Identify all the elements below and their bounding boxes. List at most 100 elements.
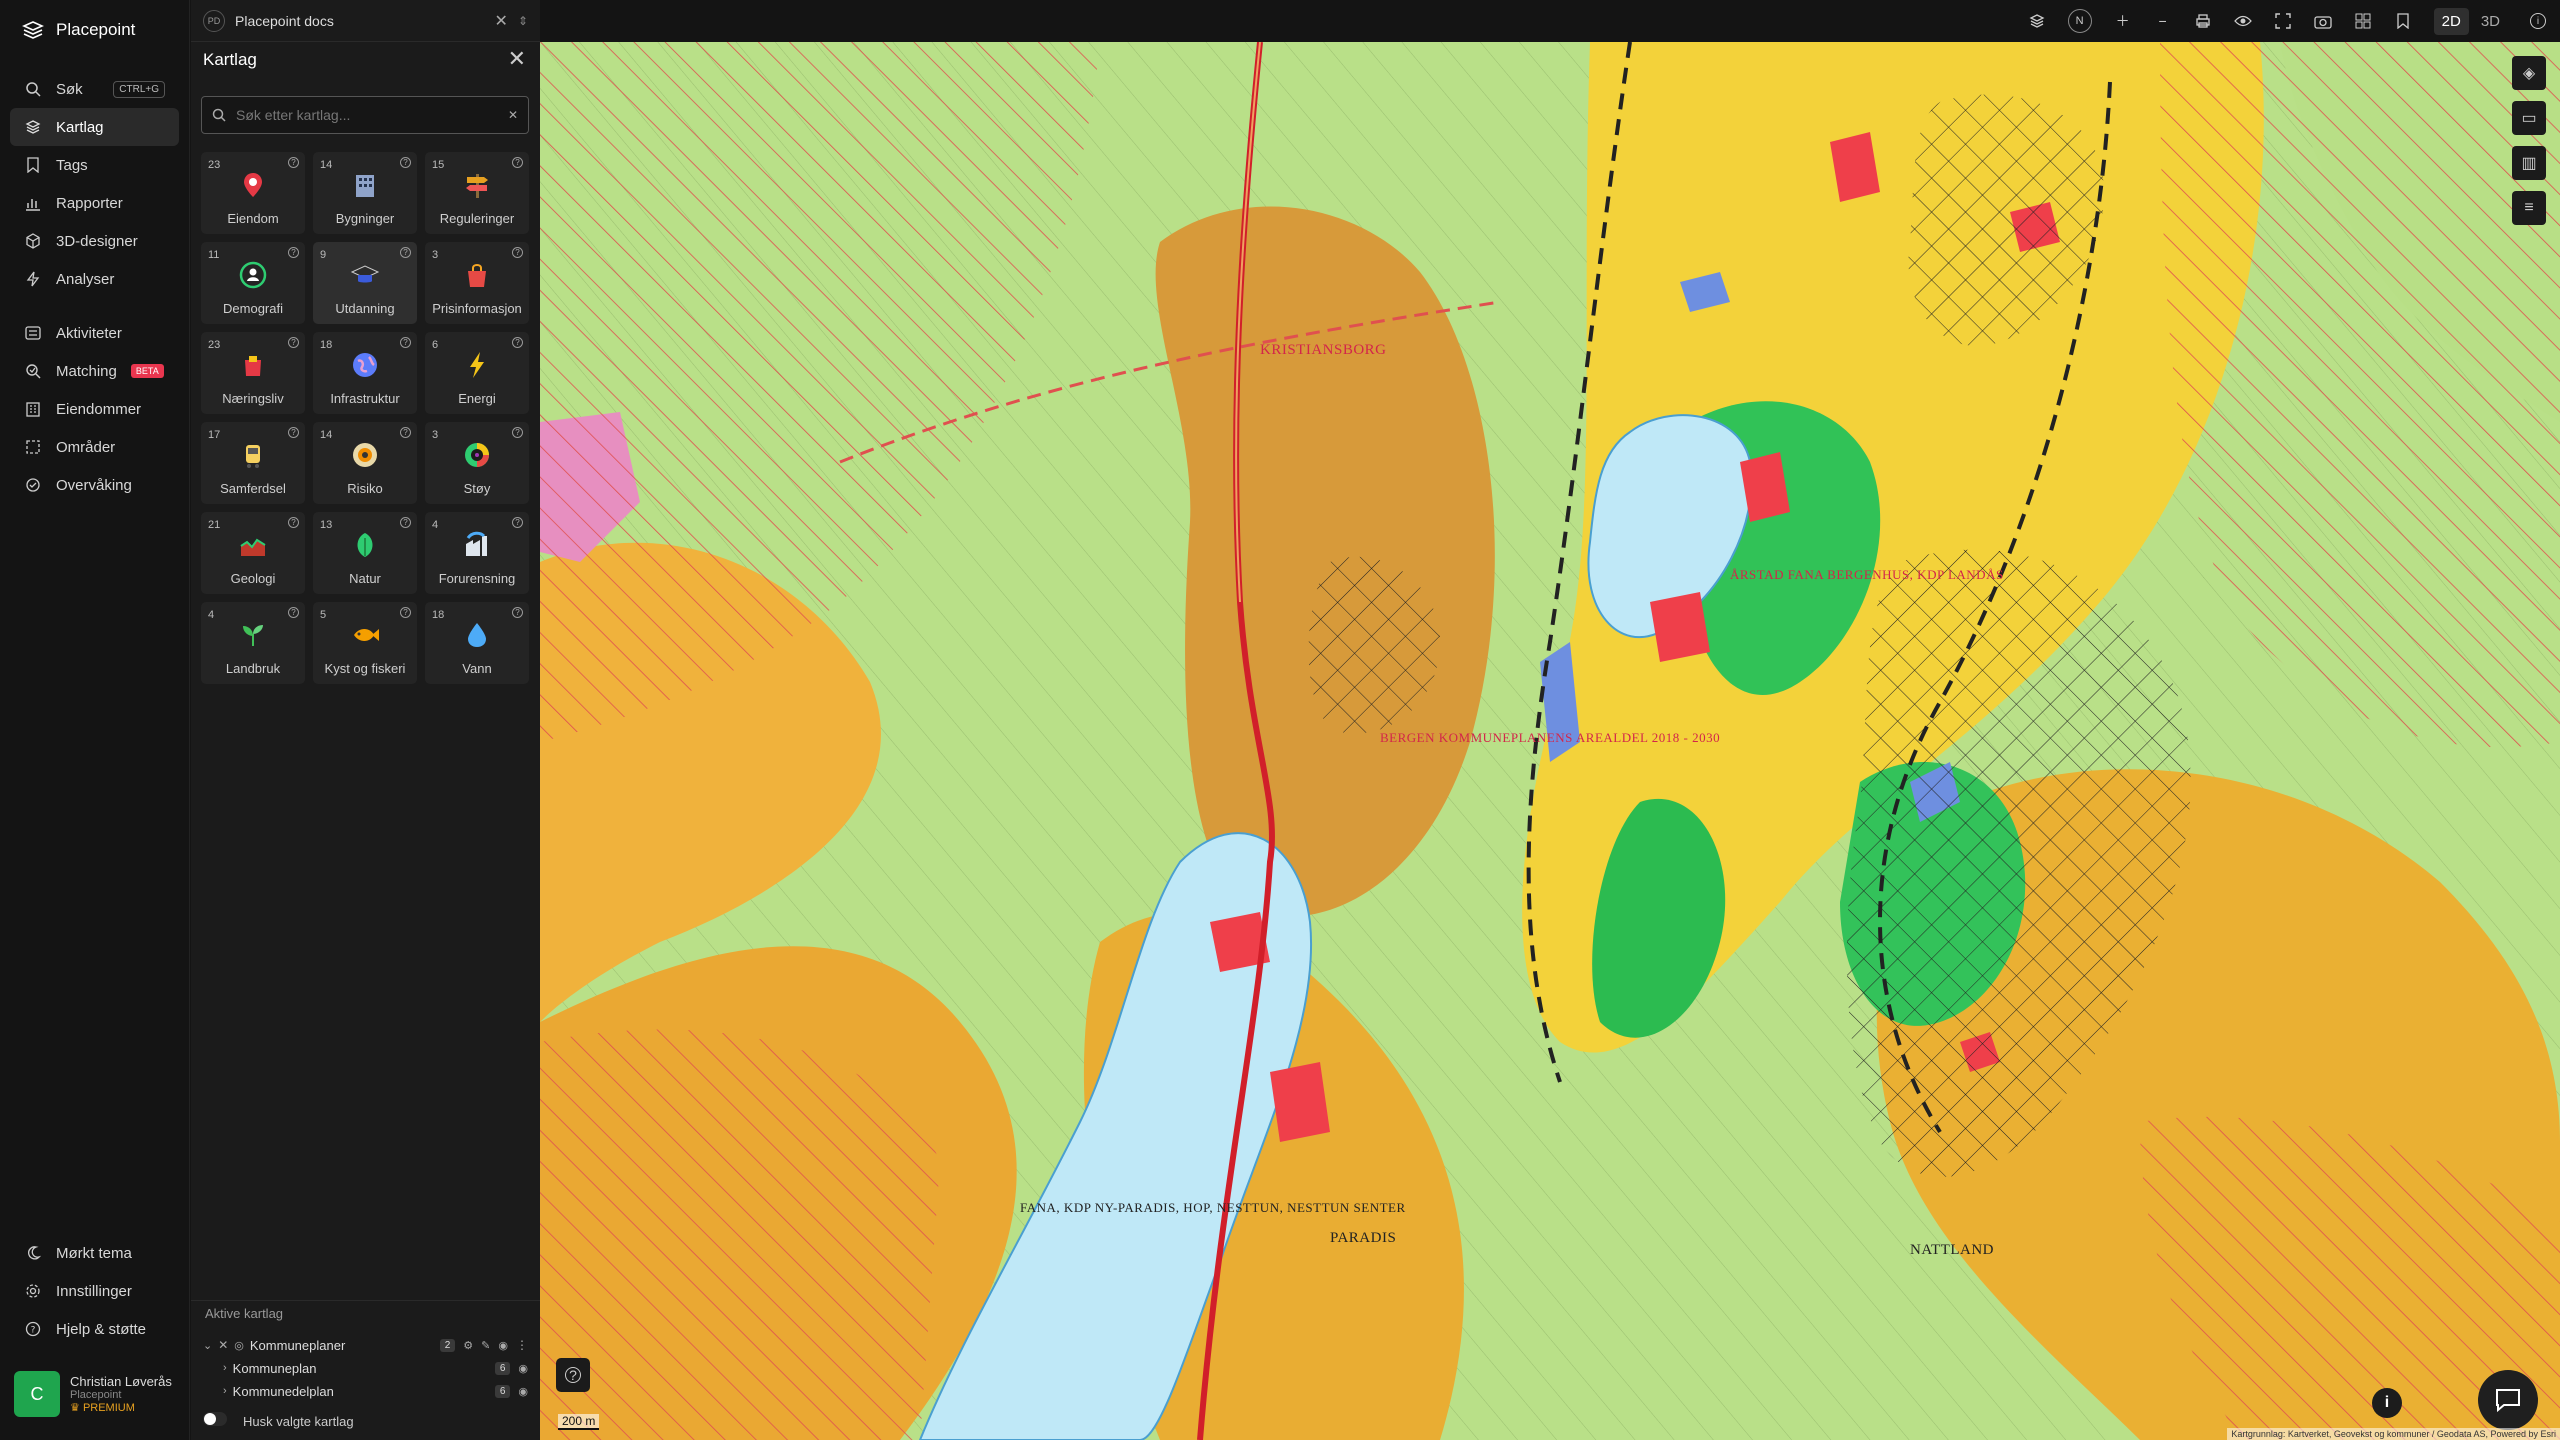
user-profile[interactable]: C Christian Løverås Placepoint ♛ PREMIUM bbox=[14, 1368, 184, 1420]
category-tile-bygninger[interactable]: 14 ? Bygninger bbox=[313, 152, 417, 234]
info-icon[interactable]: ? bbox=[400, 517, 411, 528]
map-tool-filter[interactable]: ≡ bbox=[2512, 191, 2546, 225]
nav-item-overvaking[interactable]: Overvåking bbox=[10, 466, 179, 504]
info-icon[interactable]: ? bbox=[512, 607, 523, 618]
category-tile-kyst-og-fiskeri[interactable]: 5 ? Kyst og fiskeri bbox=[313, 602, 417, 684]
category-label: Vann bbox=[462, 661, 492, 676]
nav-item-matching[interactable]: Matching BETA bbox=[10, 352, 179, 390]
category-tile-natur[interactable]: 13 ? Natur bbox=[313, 512, 417, 594]
map-info-button[interactable]: i bbox=[2372, 1388, 2402, 1418]
nav-item-rapporter[interactable]: Rapporter bbox=[10, 184, 179, 222]
info-icon[interactable]: ? bbox=[288, 157, 299, 168]
nav-item-analyser[interactable]: Analyser bbox=[10, 260, 179, 298]
nav-item-morkt-tema[interactable]: Mørkt tema bbox=[10, 1234, 179, 1272]
chevron-updown-icon[interactable]: ⇕ bbox=[518, 14, 528, 28]
info-icon[interactable]: ? bbox=[288, 607, 299, 618]
category-tile-geologi[interactable]: 21 ? Geologi bbox=[201, 512, 305, 594]
category-tile-demografi[interactable]: 11 ? Demografi bbox=[201, 242, 305, 324]
nav-item-innstillinger[interactable]: Innstillinger bbox=[10, 1272, 179, 1310]
category-tile-infrastruktur[interactable]: 18 ? Infrastruktur bbox=[313, 332, 417, 414]
category-tile-landbruk[interactable]: 4 ? Landbruk bbox=[201, 602, 305, 684]
nav-item-sok[interactable]: Søk CTRL+G bbox=[10, 70, 179, 108]
bookmark-icon[interactable] bbox=[2394, 12, 2412, 30]
grid-icon[interactable] bbox=[2354, 12, 2372, 30]
info-icon[interactable]: ? bbox=[288, 247, 299, 258]
crown-icon: ♛ bbox=[70, 1402, 80, 1414]
category-tile-risiko[interactable]: 14 ? Risiko bbox=[313, 422, 417, 504]
category-tile-vann[interactable]: 18 ? Vann bbox=[425, 602, 529, 684]
map-canvas[interactable]: KRISTIANSBORG BERGEN KOMMUNEPLANENS AREA… bbox=[540, 42, 2560, 1440]
info-icon[interactable]: ? bbox=[288, 427, 299, 438]
info-icon[interactable]: ? bbox=[512, 517, 523, 528]
settings-icon[interactable]: ⚙ bbox=[463, 1339, 473, 1352]
info-icon[interactable]: i bbox=[2530, 13, 2546, 29]
workspace-tab[interactable]: PD Placepoint docs ✕ ⇕ bbox=[191, 0, 540, 42]
remember-layers-toggle[interactable] bbox=[203, 1412, 227, 1426]
eye-icon[interactable]: ◉ bbox=[518, 1385, 528, 1398]
compass-icon[interactable]: N bbox=[2067, 9, 2092, 33]
map-tool-measure[interactable]: ▭ bbox=[2512, 101, 2546, 135]
active-layer-kommuneplan[interactable]: › Kommuneplan 6 ◉ bbox=[191, 1357, 540, 1379]
layer-search-input[interactable] bbox=[236, 107, 498, 123]
close-tab-icon[interactable]: ✕ bbox=[495, 11, 508, 31]
nav-item-3d-designer[interactable]: 3D-designer bbox=[10, 222, 179, 260]
print-icon[interactable] bbox=[2194, 12, 2212, 30]
map-help-button[interactable]: ? bbox=[556, 1358, 590, 1392]
category-tile-reguleringer[interactable]: 15 ? Reguleringer bbox=[425, 152, 529, 234]
nav-item-tags[interactable]: Tags bbox=[10, 146, 179, 184]
nav-item-label: Tags bbox=[56, 156, 88, 174]
nav-item-aktiviteter[interactable]: Aktiviteter bbox=[10, 314, 179, 352]
nav-item-kartlag[interactable]: Kartlag bbox=[10, 108, 179, 146]
chat-button[interactable] bbox=[2478, 1370, 2538, 1430]
nav-item-hjelp-stotte[interactable]: ? Hjelp & støtte bbox=[10, 1310, 179, 1348]
info-icon[interactable]: ? bbox=[288, 337, 299, 348]
monitor-icon bbox=[24, 476, 42, 494]
category-tile-naeringsliv[interactable]: 23 ? Næringsliv bbox=[201, 332, 305, 414]
camera-icon[interactable] bbox=[2313, 12, 2332, 30]
category-tile-forurensning[interactable]: 4 ? Forurensning bbox=[425, 512, 529, 594]
category-tile-stoy[interactable]: 3 ? Støy bbox=[425, 422, 529, 504]
remove-layer-icon[interactable]: ✕ bbox=[218, 1338, 228, 1352]
info-icon[interactable]: ? bbox=[512, 247, 523, 258]
info-icon[interactable]: ? bbox=[400, 607, 411, 618]
info-icon[interactable]: ? bbox=[400, 157, 411, 168]
info-icon[interactable]: ? bbox=[512, 337, 523, 348]
info-icon[interactable]: ? bbox=[512, 427, 523, 438]
category-tile-utdanning[interactable]: 9 ? Utdanning bbox=[313, 242, 417, 324]
eye-icon[interactable] bbox=[2233, 12, 2252, 30]
layers-stack-icon[interactable] bbox=[2028, 12, 2046, 30]
category-label: Utdanning bbox=[335, 301, 395, 316]
close-panel-icon[interactable]: ✕ bbox=[508, 46, 526, 72]
eye-icon[interactable]: ◉ bbox=[518, 1362, 528, 1375]
fullscreen-icon[interactable] bbox=[2274, 12, 2292, 30]
nav-item-eiendommer[interactable]: Eiendommer bbox=[10, 390, 179, 428]
active-layer-kommuneplaner[interactable]: ⌄ ✕ ◎ Kommuneplaner 2 ⚙ ✎ ◉ ⋮ bbox=[191, 1334, 540, 1356]
edit-icon[interactable]: ✎ bbox=[481, 1339, 490, 1352]
clear-search-icon[interactable]: ✕ bbox=[508, 108, 518, 122]
info-icon[interactable]: ? bbox=[288, 517, 299, 528]
brand[interactable]: Placepoint bbox=[22, 20, 135, 40]
info-icon[interactable]: ? bbox=[400, 337, 411, 348]
map-tool-layers[interactable]: ◈ bbox=[2512, 56, 2546, 90]
info-icon[interactable]: ? bbox=[400, 427, 411, 438]
nav-item-omrader[interactable]: Områder bbox=[10, 428, 179, 466]
zoom-out-icon[interactable]: − bbox=[2154, 12, 2172, 30]
category-tile-eiendom[interactable]: 23 ? Eiendom bbox=[201, 152, 305, 234]
info-icon[interactable]: ? bbox=[512, 157, 523, 168]
category-tile-samferdsel[interactable]: 17 ? Samferdsel bbox=[201, 422, 305, 504]
view-mode-3d[interactable]: 3D bbox=[2473, 8, 2508, 35]
more-icon[interactable]: ⋮ bbox=[516, 1338, 528, 1352]
chevron-right-icon[interactable]: › bbox=[223, 1362, 227, 1374]
layer-count: 9 bbox=[320, 249, 327, 261]
eye-icon[interactable]: ◉ bbox=[498, 1339, 508, 1352]
view-mode-2d[interactable]: 2D bbox=[2433, 7, 2469, 35]
zoom-in-icon[interactable]: ＋ bbox=[2114, 12, 2132, 30]
category-tile-prisinformasjon[interactable]: 3 ? Prisinformasjon bbox=[425, 242, 529, 324]
map-tool-chart[interactable]: ▥ bbox=[2512, 146, 2546, 180]
info-icon[interactable]: ? bbox=[400, 247, 411, 258]
category-tile-energi[interactable]: 6 ? Energi bbox=[425, 332, 529, 414]
chevron-down-icon[interactable]: ⌄ bbox=[203, 1339, 212, 1352]
active-layer-kommunedelplan[interactable]: › Kommunedelplan 6 ◉ bbox=[191, 1380, 540, 1402]
chevron-right-icon[interactable]: › bbox=[223, 1385, 227, 1397]
panel-title: Kartlag bbox=[203, 50, 257, 69]
